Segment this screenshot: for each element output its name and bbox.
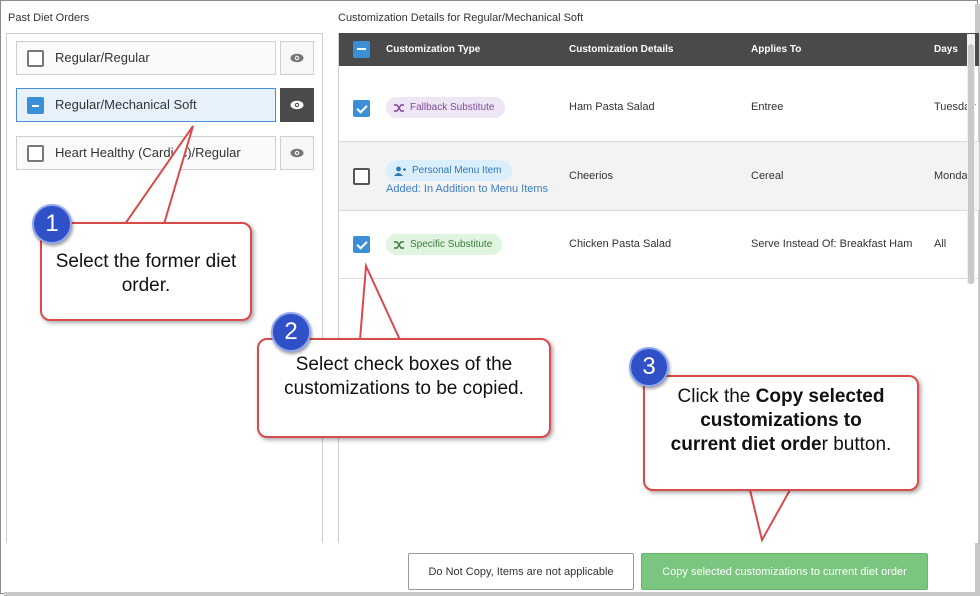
applies-to-cell: Entree [751,101,784,113]
customization-type-badge: Fallback Substitute [386,97,505,118]
view-order-button[interactable] [280,41,314,75]
eye-icon [290,53,304,63]
user-add-icon [394,166,406,176]
customization-details-cell: Cheerios [569,170,614,182]
frame-shadow [4,592,980,596]
shuffle-icon [394,240,404,249]
diet-order-label: Regular/Regular [55,50,150,65]
customization-details-title: Customization Details for Regular/Mechan… [338,12,584,24]
past-diet-orders-title: Past Diet Orders [8,12,90,24]
instruction-callout-2: Select check boxes of the customizations… [257,338,551,438]
column-header-type[interactable]: Customization Type [386,44,480,55]
callout-text: Select the former diet order. [55,251,237,296]
step-badge-3: 3 [629,347,669,387]
customization-type-label: Personal Menu Item [412,165,502,176]
column-header-days[interactable]: Days [934,44,958,55]
diet-order-checkbox[interactable] [27,145,44,162]
applies-to-cell: Cereal [751,170,784,182]
do-not-copy-button[interactable]: Do Not Copy, Items are not applicable [408,553,634,590]
applies-to-cell: Serve Instead Of: Breakfast Ham [751,238,913,250]
step-badge-2: 2 [271,312,311,352]
row-checkbox[interactable] [353,236,370,253]
diet-order-row-selected[interactable]: Regular/Mechanical Soft [16,88,276,122]
scrollbar-thumb[interactable] [968,44,974,284]
table-row[interactable]: Fallback Substitute Ham Pasta Salad Entr… [339,66,979,142]
shuffle-icon [394,103,404,112]
diet-order-checkbox[interactable] [27,97,44,114]
callout-text-pre: Click the [677,386,756,407]
copy-customizations-button[interactable]: Copy selected customizations to current … [641,553,928,590]
diet-order-label: Heart Healthy (Cardiac)/Regular [55,145,241,160]
step-badge-1: 1 [32,204,72,244]
callout-text-post: r button. [821,434,892,455]
view-order-button[interactable] [280,136,314,170]
select-all-checkbox[interactable] [353,41,370,58]
customization-type-label: Specific Substitute [410,239,493,250]
customization-details-cell: Ham Pasta Salad [569,101,655,113]
customization-type-badge: Specific Substitute [386,234,503,255]
table-scrollbar[interactable] [967,34,975,284]
view-order-button[interactable] [280,88,314,122]
table-header: Customization Type Customization Details… [339,33,979,66]
days-cell: All [934,238,947,250]
instruction-callout-3: Click the Copy selected customizations t… [643,375,919,491]
diet-order-row[interactable]: Regular/Regular [16,41,276,75]
customization-details-cell: Chicken Pasta Salad [569,238,672,250]
instruction-callout-1: Select the former diet order. [40,222,252,321]
added-note-link[interactable]: Added: In Addition to Menu Items [386,183,548,195]
row-checkbox[interactable] [353,100,370,117]
column-header-details[interactable]: Customization Details [569,44,673,55]
eye-icon [290,148,304,158]
customization-type-badge: Personal Menu Item [386,160,512,181]
column-header-applies[interactable]: Applies To [751,44,801,55]
row-checkbox[interactable] [353,168,370,185]
diet-order-row[interactable]: Heart Healthy (Cardiac)/Regular [16,136,276,170]
callout-text: Select check boxes of the customizations… [284,354,524,399]
table-row[interactable]: Specific Substitute Chicken Pasta Salad … [339,211,979,279]
eye-icon [290,100,304,110]
diet-order-label: Regular/Mechanical Soft [55,97,197,112]
diet-order-checkbox[interactable] [27,50,44,67]
table-row[interactable]: Personal Menu Item Added: In Addition to… [339,142,979,211]
customization-type-label: Fallback Substitute [410,102,495,113]
